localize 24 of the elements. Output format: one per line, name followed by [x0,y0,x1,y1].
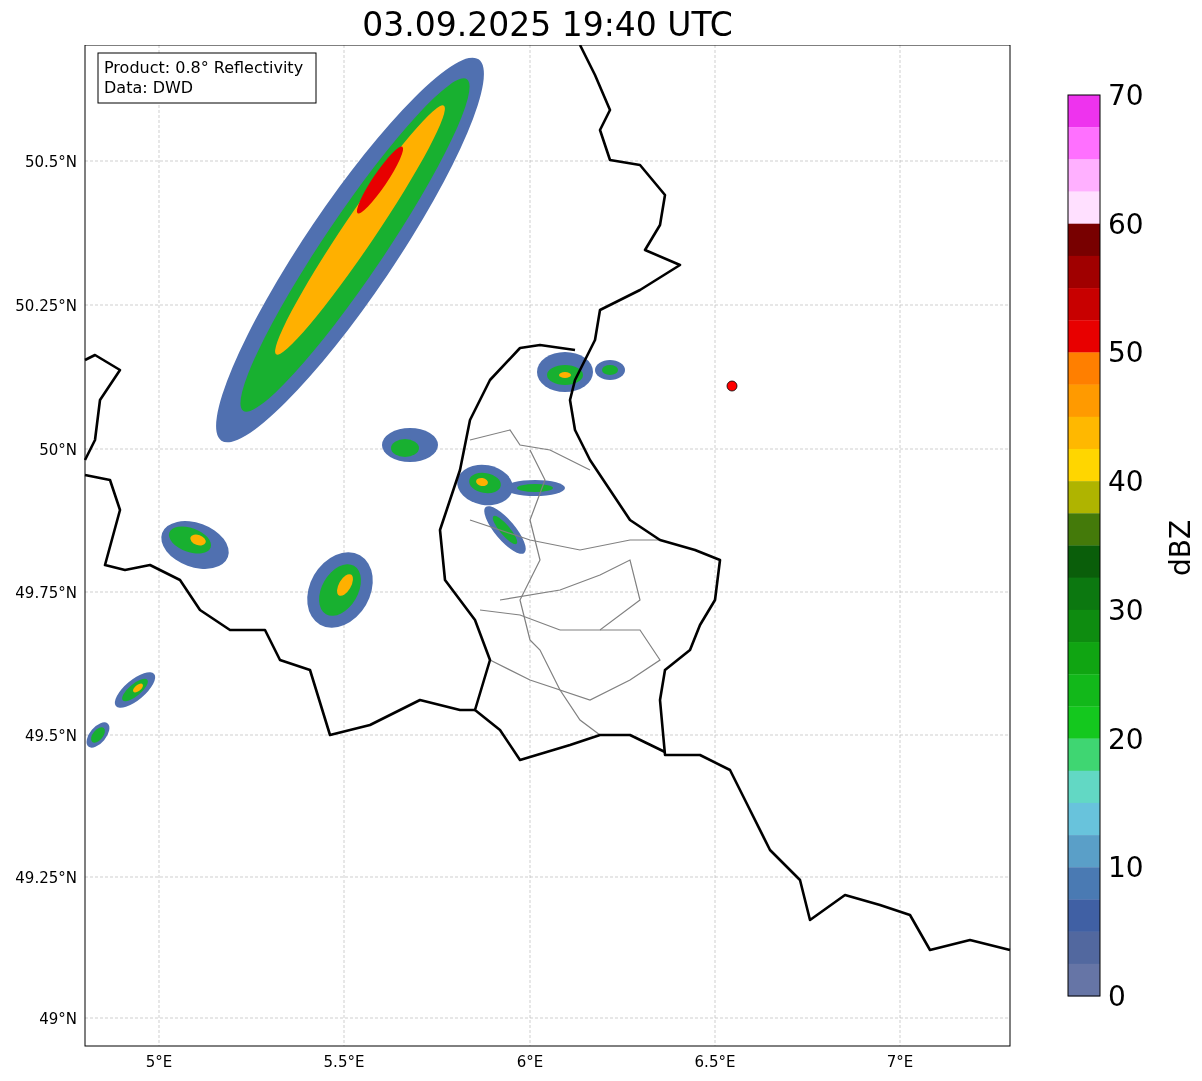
x-tick-label: 5.5°E [323,1053,365,1071]
x-tick-label: 6.5°E [694,1053,736,1071]
x-tick-label: 7°E [886,1053,914,1071]
x-tick-label: 5°E [145,1053,173,1071]
legend-text: Data: DWD [104,78,194,97]
colorbar-tick-label: 60 [1108,207,1144,241]
colorbar-tick-label: 50 [1108,336,1144,370]
colorbar-tick-label: 30 [1108,593,1144,627]
colorbar-tick-label: 0 [1108,980,1126,1013]
colorbar-tick-label: 10 [1108,851,1144,885]
x-tick-label: 6°E [516,1053,544,1071]
y-tick-label: 50.5°N [24,153,77,171]
colorbar-tick-label: 20 [1108,722,1144,756]
legend-text: Product: 0.8° Reflectivity [104,58,304,77]
colorbar-label: dBZ [1164,519,1197,577]
colorbar-tick-label: 70 [1108,79,1144,112]
chart-title: 03.09.2025 19:40 UTC [362,5,733,45]
y-tick-label: 50°N [39,441,77,459]
y-tick-label: 49.5°N [24,727,77,745]
y-tick-label: 49.25°N [15,869,77,887]
y-tick-label: 50.25°N [15,297,77,315]
colorbar-tick-label: 40 [1108,465,1144,499]
y-tick-label: 49°N [39,1010,77,1028]
y-tick-label: 49.75°N [15,584,77,602]
